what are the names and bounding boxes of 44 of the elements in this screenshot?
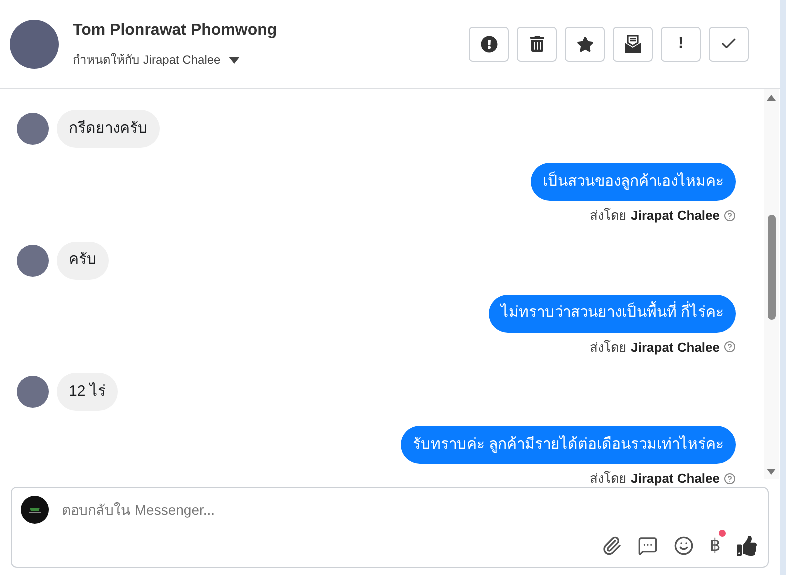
sender-label: ส่งโดย — [590, 470, 628, 487]
reply-composer[interactable]: ตอบกลับใน Messenger... ฿ — [11, 487, 769, 568]
message-bubble: 12 ไร่ — [57, 373, 118, 411]
contact-name: Tom Plonrawat Phomwong — [73, 21, 278, 41]
thumbs-up-icon[interactable] — [737, 536, 757, 556]
check-button[interactable] — [709, 26, 749, 62]
avatar — [17, 244, 49, 276]
assignee-dropdown[interactable]: กำหนดให้กับ Jirapat Chalee — [73, 51, 240, 69]
scroll-up-icon[interactable] — [767, 95, 776, 101]
alert-button[interactable] — [469, 26, 509, 62]
page-logo-icon — [21, 496, 49, 524]
envelope-icon — [625, 35, 641, 53]
smiley-icon[interactable] — [674, 536, 694, 556]
sender-name: Jirapat Chalee — [631, 470, 720, 487]
help-icon — [724, 210, 736, 222]
star-icon — [576, 36, 594, 52]
caret-icon — [228, 56, 240, 64]
alert-icon — [480, 36, 498, 52]
reply-input[interactable]: ตอบกลับใน Messenger... — [62, 500, 759, 520]
scroll-down-icon[interactable] — [767, 469, 776, 475]
envelope-button[interactable] — [613, 26, 653, 62]
paperclip-icon[interactable] — [602, 536, 622, 556]
currency-button[interactable]: ฿ — [710, 536, 721, 555]
avatar — [10, 20, 59, 68]
exclamation-button[interactable]: ! — [661, 26, 701, 62]
message-bubble: กรีดยางครับ — [57, 110, 160, 148]
message-bubble: ครับ — [57, 242, 109, 280]
avatar — [17, 376, 49, 408]
sender-name: Jirapat Chalee — [631, 338, 720, 357]
scrollbar[interactable] — [764, 89, 779, 479]
help-icon — [724, 341, 736, 354]
trash-button[interactable] — [517, 26, 557, 62]
scrollbar-thumb[interactable] — [768, 215, 776, 320]
sender-label: ส่งโดย — [590, 207, 628, 225]
help-icon — [724, 472, 736, 485]
message-bubble: รับทราบค่ะ ลูกค้ามีรายได้ต่อเดือนรวมเท่าไหร่คะ — [400, 426, 736, 464]
avatar — [17, 113, 49, 145]
sender-name: Jirapat Chalee — [631, 207, 720, 225]
star-button[interactable] — [565, 26, 605, 62]
message-bubble: เป็นสวนของลูกค้าเองไหมคะ — [531, 163, 736, 201]
sender-label: ส่งโดย — [590, 338, 628, 356]
trash-icon — [530, 36, 544, 52]
message-bubble: ไม่ทราบว่าสวนยางเป็นพื้นที่ กี่ไร่คะ — [488, 294, 736, 332]
speech-bubble-icon[interactable] — [638, 536, 658, 556]
